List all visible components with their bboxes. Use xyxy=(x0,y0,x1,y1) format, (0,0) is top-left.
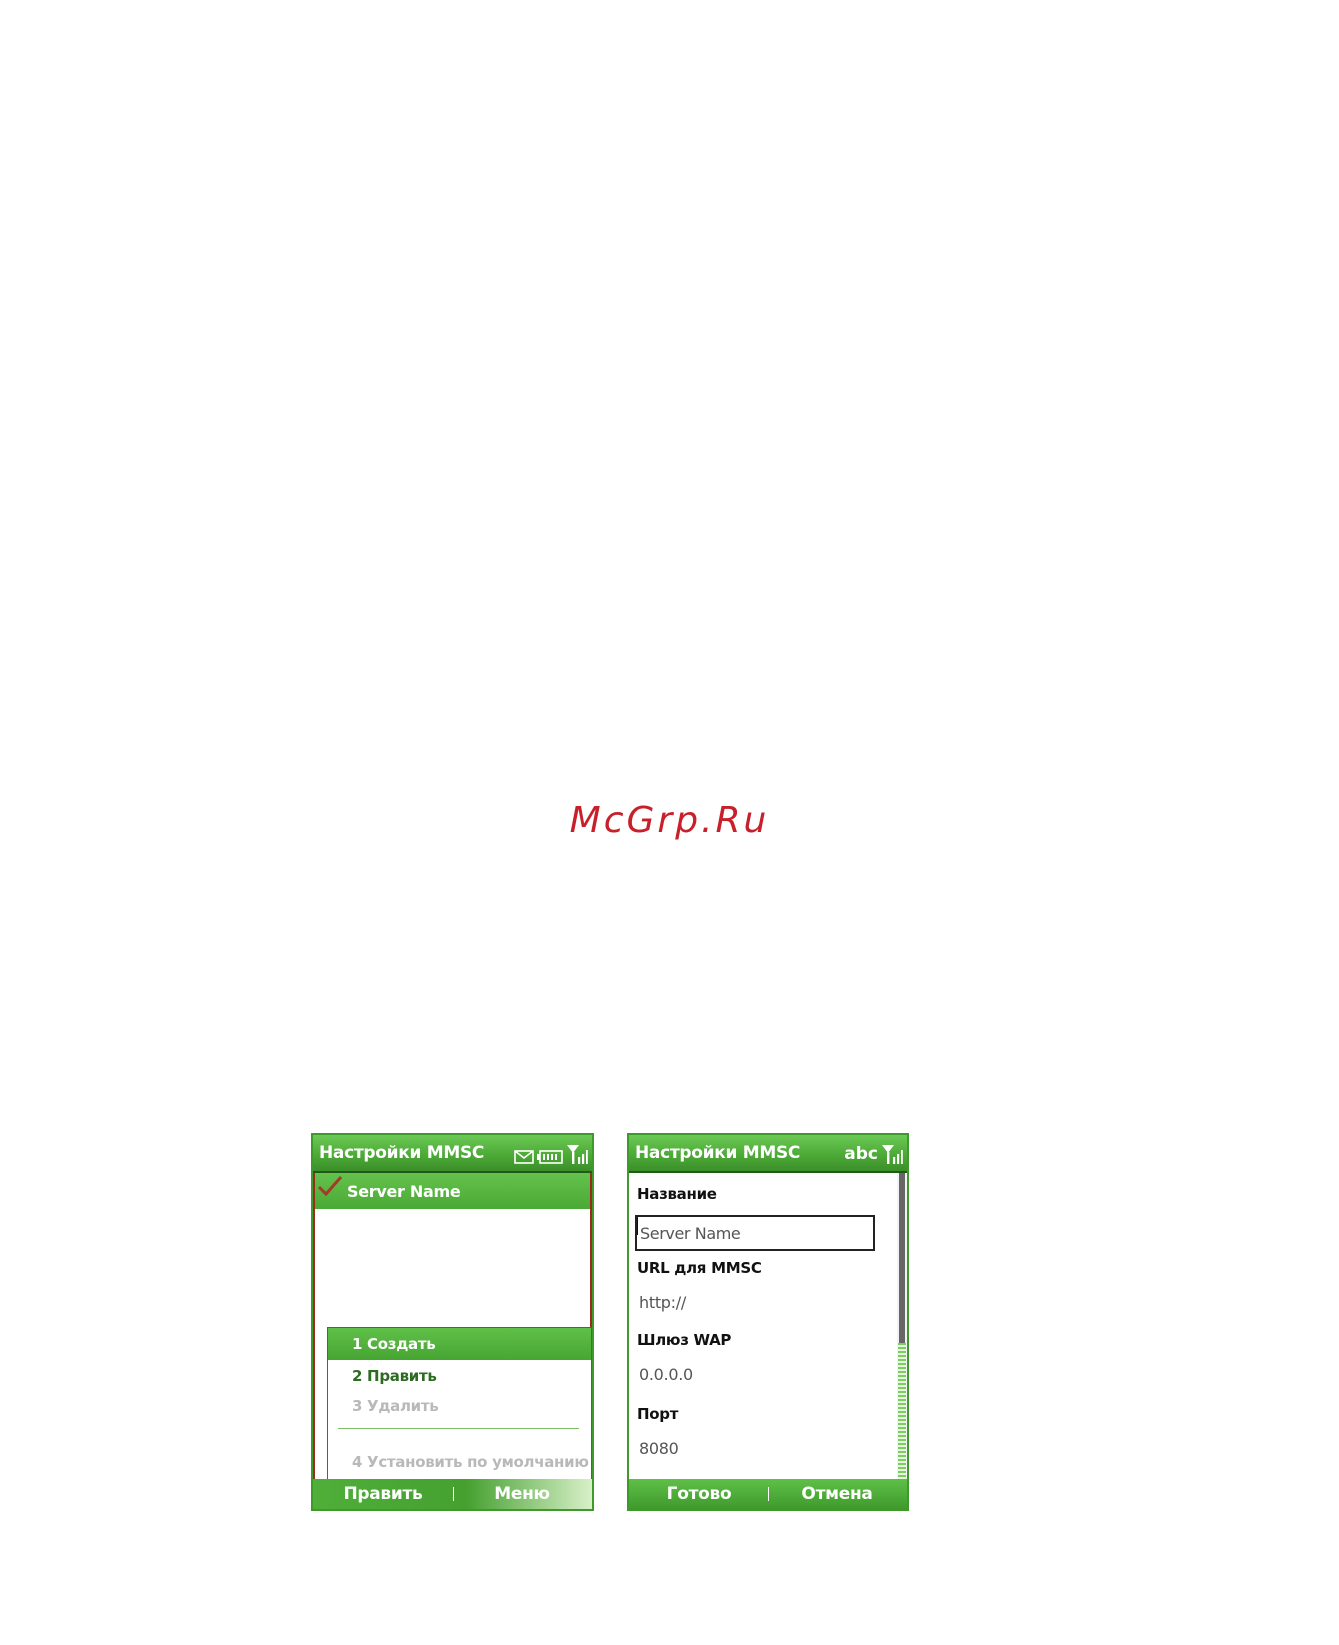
wap-gateway-label: Шлюз WAP xyxy=(637,1331,732,1349)
context-menu: 1 Создать 2 Править 3 Удалить 4 Установи… xyxy=(327,1327,592,1481)
url-label: URL для MMSC xyxy=(637,1259,762,1277)
softkey-bar: Готово Отмена xyxy=(629,1479,907,1509)
softkey-cancel[interactable]: Отмена xyxy=(767,1484,907,1504)
menu-item-delete: 3 Удалить xyxy=(352,1397,439,1415)
status-icons xyxy=(514,1141,588,1165)
softkey-edit[interactable]: Править xyxy=(313,1484,453,1504)
name-input[interactable]: Server Name xyxy=(635,1215,875,1251)
scrollbar[interactable] xyxy=(897,1173,907,1479)
name-input-value: Server Name xyxy=(640,1224,741,1243)
status-icons: abc xyxy=(844,1141,903,1165)
menu-item-edit[interactable]: 2 Править xyxy=(328,1360,591,1392)
softkey-done[interactable]: Готово xyxy=(629,1484,769,1504)
port-label: Порт xyxy=(637,1405,679,1423)
title-bar: Настройки MMSC abc xyxy=(629,1135,907,1171)
check-icon xyxy=(317,1176,343,1197)
scrollbar-track xyxy=(898,1343,906,1479)
name-label: Название xyxy=(637,1185,717,1203)
menu-item-set-default: 4 Установить по умолчанию xyxy=(352,1453,589,1471)
server-list: Server Name 1 Создать 2 Править 3 Удалит… xyxy=(313,1173,592,1481)
envelope-icon xyxy=(514,1150,534,1164)
mmsc-form: Название Server Name URL для MMSC http:/… xyxy=(629,1173,907,1479)
screen-title: Настройки MMSC xyxy=(319,1143,485,1163)
signal-icon xyxy=(882,1145,903,1164)
input-mode-indicator: abc xyxy=(844,1144,878,1164)
scrollbar-thumb[interactable] xyxy=(899,1173,905,1343)
url-field[interactable]: http:// xyxy=(639,1293,686,1312)
watermark: McGrp.Ru xyxy=(569,800,770,841)
menu-item-create[interactable]: 1 Создать xyxy=(328,1328,591,1360)
mmsc-list-screen: Настройки MMSC Server Name 1 Создать 2 П… xyxy=(311,1133,594,1511)
signal-icon xyxy=(567,1145,588,1164)
softkey-menu[interactable]: Меню xyxy=(452,1484,592,1504)
list-item-label: Server Name xyxy=(347,1182,461,1201)
port-field[interactable]: 8080 xyxy=(639,1439,679,1458)
list-item-server-name[interactable]: Server Name xyxy=(315,1173,590,1209)
battery-icon xyxy=(537,1150,563,1164)
menu-divider xyxy=(338,1428,579,1429)
softkey-bar: Править Меню xyxy=(313,1479,592,1509)
wap-gateway-field[interactable]: 0.0.0.0 xyxy=(639,1365,693,1384)
mmsc-edit-screen: Настройки MMSC abc Название Server Name … xyxy=(627,1133,909,1511)
title-bar: Настройки MMSC xyxy=(313,1135,592,1171)
text-caret xyxy=(637,1217,638,1235)
screen-title: Настройки MMSC xyxy=(635,1143,801,1163)
